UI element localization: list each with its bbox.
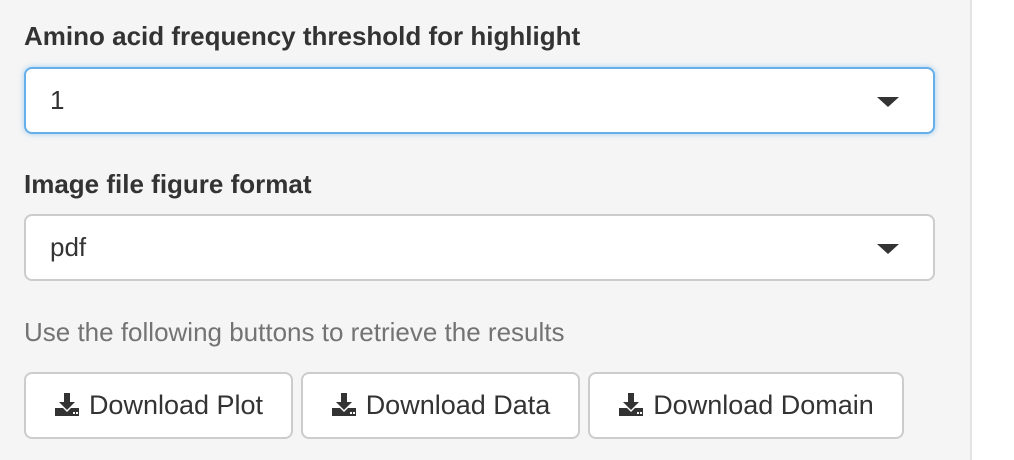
sidebar-panel: Amino acid frequency threshold for highl… [0,0,972,460]
download-icon [331,391,357,417]
download-icon [618,391,644,417]
help-text: Use the following buttons to retrieve th… [24,317,565,347]
download-data-button[interactable]: Download Data [301,372,580,439]
chevron-down-icon [877,244,899,254]
format-select[interactable]: pdf [24,214,935,281]
format-label: Image file figure format [24,169,312,199]
threshold-label: Amino acid frequency threshold for highl… [24,21,581,51]
threshold-select[interactable]: 1 [24,67,935,134]
threshold-select-value: 1 [50,85,65,115]
download-domain-button[interactable]: Download Domain [588,372,904,439]
download-domain-label: Download Domain [653,390,874,420]
format-select-value: pdf [50,232,87,262]
download-plot-label: Download Plot [88,390,264,420]
download-plot-button[interactable]: Download Plot [24,372,293,439]
chevron-down-icon [877,97,899,107]
download-data-label: Download Data [365,390,551,420]
download-icon [54,391,80,417]
